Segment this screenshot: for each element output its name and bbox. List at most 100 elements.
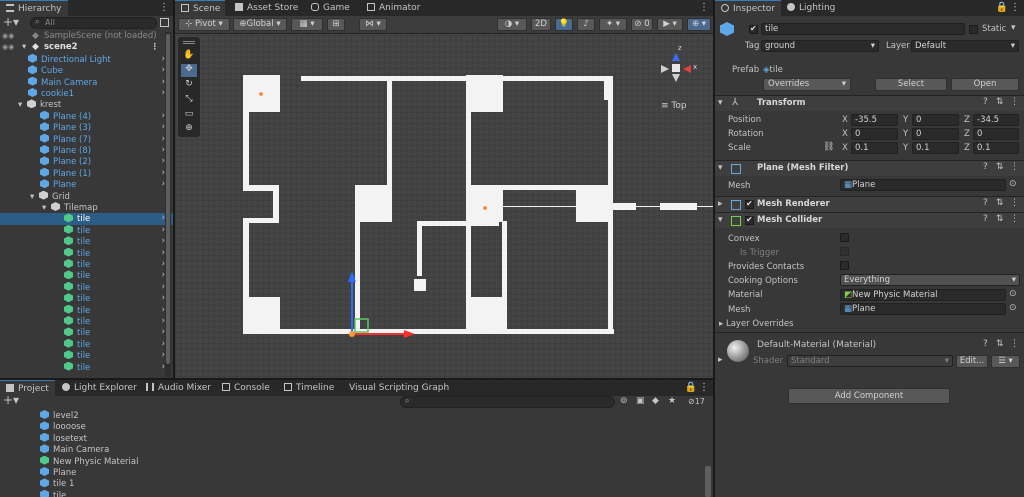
mesh-filter-header[interactable]: ▾ Plane (Mesh Filter) ? ⇅ ⋮ — [715, 160, 1024, 176]
hierarchy-item[interactable]: Plane (1) › — [0, 167, 173, 179]
snap-toggle-button[interactable]: ⊞ — [327, 18, 345, 31]
hierarchy-item[interactable]: tile › — [0, 224, 173, 236]
rotation-z-field[interactable]: 0 — [973, 128, 1019, 140]
fold-icon[interactable]: ▾ — [22, 42, 26, 53]
scale-y-field[interactable]: 0.1 — [912, 142, 959, 154]
hierarchy-item[interactable]: Main Camera › — [0, 76, 173, 88]
gizmos-dropdown[interactable]: ⊕ ▾ — [687, 18, 711, 31]
project-asset-item[interactable]: losetext — [40, 432, 700, 444]
shader-dropdown[interactable]: Standard ▾ — [787, 355, 953, 367]
hierarchy-item[interactable]: tile › — [0, 281, 173, 293]
project-scrollbar[interactable] — [705, 466, 711, 497]
prefab-asset-link[interactable]: ◈tile — [763, 65, 783, 75]
scale-z-label[interactable]: Z — [964, 143, 970, 153]
hierarchy-item[interactable]: Plane (7) › — [0, 133, 173, 145]
pos-z-label[interactable]: Z — [964, 115, 970, 125]
hierarchy-item[interactable]: Directional Light › — [0, 53, 173, 65]
mesh-collider-header[interactable]: ▾ Mesh Collider ? ⇅ ⋮ — [715, 212, 1024, 228]
hierarchy-item[interactable]: ▾ Grid — [0, 190, 173, 202]
project-asset-item[interactable]: loooose — [40, 421, 700, 432]
collider-mesh-field[interactable]: ▦Plane — [840, 303, 1006, 315]
visibility-icon[interactable]: ◉◉ — [2, 31, 14, 42]
shader-menu-dropdown[interactable]: ☰ ▾ — [991, 355, 1020, 368]
hierarchy-scrollbar[interactable] — [165, 32, 171, 377]
hierarchy-item[interactable]: Plane (2) › — [0, 156, 173, 167]
component-menu-icon[interactable]: ⋮ — [1010, 339, 1019, 349]
inspector-lock-icon[interactable]: 🔒 — [996, 2, 1008, 13]
hidden-packages-icon[interactable]: ⊘17 — [688, 397, 705, 406]
project-asset-item[interactable]: level2 — [40, 410, 700, 421]
prefab-open-button[interactable]: Open — [951, 78, 1019, 91]
component-menu-icon[interactable]: ⋮ — [1010, 214, 1019, 224]
hierarchy-search-input[interactable]: ⌕ All — [30, 17, 157, 29]
hierarchy-item[interactable]: tile › — [0, 259, 173, 270]
label-icon[interactable]: ◆ — [652, 396, 659, 406]
scale-x-field[interactable]: 0.1 — [851, 142, 898, 154]
shading-mode-dropdown[interactable]: ◑ ▾ — [497, 18, 527, 31]
gizmo-z-arrow[interactable] — [672, 53, 680, 61]
project-asset-item[interactable]: Plane — [40, 467, 700, 478]
pos-x-label[interactable]: X — [842, 115, 848, 125]
gizmo-center-cube[interactable] — [672, 64, 680, 72]
component-menu-icon[interactable]: ⋮ — [1010, 162, 1019, 172]
scale-y-label[interactable]: Y — [903, 143, 908, 153]
component-menu-icon[interactable]: ⋮ — [1010, 198, 1019, 208]
hierarchy-item[interactable]: ▾ Tilemap — [0, 202, 173, 213]
hierarchy-item[interactable]: ▾ krest — [0, 99, 173, 110]
effects-dropdown[interactable]: ✦ ▾ — [599, 18, 627, 31]
palette-handle[interactable] — [183, 41, 195, 44]
object-picker-icon[interactable]: ⊙ — [1009, 303, 1017, 313]
static-checkbox[interactable] — [969, 25, 978, 34]
search-by-label-icon[interactable]: ▣ — [636, 396, 645, 406]
cooking-options-dropdown[interactable]: Everything ▾ — [840, 274, 1020, 286]
project-asset-item[interactable]: tile — [40, 489, 700, 497]
tab-scene[interactable]: Scene — [175, 0, 225, 16]
rot-y-label[interactable]: Y — [903, 129, 908, 139]
scale-z-field[interactable]: 0.1 — [973, 142, 1019, 154]
physic-material-field[interactable]: ◩New Physic Material — [840, 289, 1006, 301]
rot-x-label[interactable]: X — [842, 129, 848, 139]
hierarchy-item[interactable]: Plane (4) › — [0, 110, 173, 122]
mesh-filter-mesh-field[interactable]: ▦Plane — [840, 179, 1006, 191]
hierarchy-item[interactable]: Plane (8) › — [0, 145, 173, 156]
layer-dropdown[interactable]: Default ▾ — [911, 40, 1019, 52]
project-asset-item[interactable]: Main Camera — [40, 444, 700, 455]
hierarchy-item[interactable]: ◉◉ ◆ ▾ ⋮ scene2 — [0, 42, 173, 53]
transform-tool-icon[interactable]: ⊕ — [181, 123, 197, 136]
help-icon[interactable]: ? — [983, 198, 988, 208]
position-y-field[interactable]: 0 — [912, 114, 959, 126]
gizmo-x-arrow[interactable] — [683, 65, 691, 73]
help-icon[interactable]: ? — [983, 162, 988, 172]
presets-icon[interactable]: ⇅ — [996, 214, 1004, 224]
orientation-gizmo[interactable]: z x — [653, 41, 701, 89]
convex-checkbox[interactable] — [840, 233, 849, 242]
presets-icon[interactable]: ⇅ — [996, 97, 1004, 107]
scale-x-label[interactable]: X — [842, 143, 848, 153]
hierarchy-menu-icon[interactable]: ⋮ — [159, 2, 169, 13]
pivot-dropdown[interactable]: ⊹ Pivot ▾ — [178, 18, 230, 31]
mesh-collider-enabled-checkbox[interactable] — [745, 215, 754, 225]
hierarchy-item[interactable]: ◉◉ ◆ SampleScene (not loaded) — [0, 31, 173, 42]
edit-shader-button[interactable]: Edit... — [956, 355, 988, 368]
hierarchy-item[interactable]: tile › — [0, 350, 173, 361]
rotation-y-field[interactable]: 0 — [912, 128, 959, 140]
hierarchy-item[interactable]: tile › — [0, 293, 173, 304]
help-icon[interactable]: ? — [983, 214, 988, 224]
overrides-dropdown[interactable]: Overrides ▾ — [763, 78, 851, 91]
add-icon[interactable]: +▾ — [3, 15, 19, 29]
gizmo-neg-x-arrow[interactable] — [661, 65, 669, 73]
object-picker-icon[interactable]: ⊙ — [1009, 179, 1017, 189]
project-add-icon[interactable]: +▾ — [3, 393, 19, 407]
search-by-type-icon[interactable]: ⊚ — [620, 396, 628, 406]
tab-game[interactable]: Game — [305, 0, 356, 16]
help-icon[interactable]: ? — [983, 97, 988, 107]
hierarchy-item[interactable]: tile › — [0, 361, 173, 373]
view-tool-icon[interactable]: ✋ — [181, 50, 197, 63]
layer-overrides-foldout[interactable]: ▸ Layer Overrides — [719, 319, 794, 329]
tag-dropdown[interactable]: ground ▾ — [761, 40, 879, 52]
scene-menu-icon[interactable]: ⋮ — [699, 2, 709, 13]
object-name-field[interactable]: tile — [761, 23, 965, 35]
static-dropdown-icon[interactable]: ▾ — [1011, 23, 1016, 33]
help-icon[interactable]: ? — [983, 339, 988, 349]
rot-z-label[interactable]: Z — [964, 129, 970, 139]
